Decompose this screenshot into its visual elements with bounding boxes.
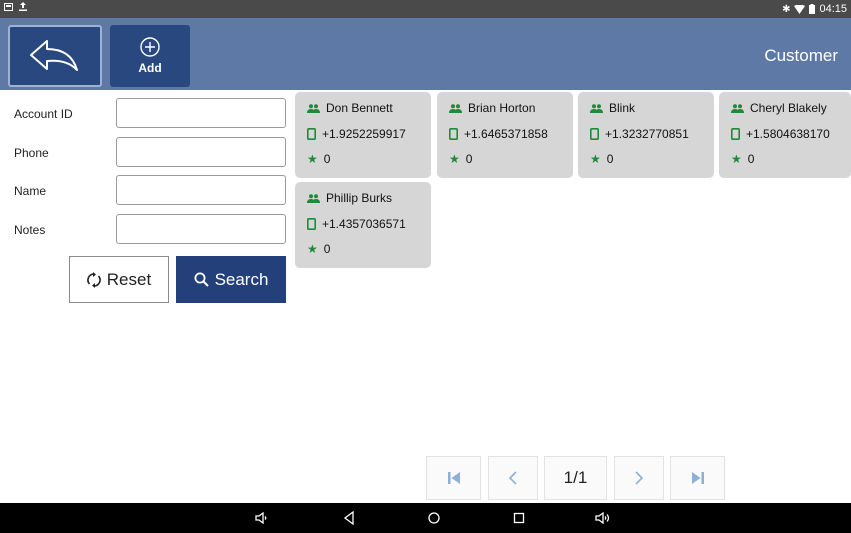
name-label: Name: [14, 184, 47, 198]
volume-down-icon[interactable]: [254, 510, 270, 526]
back-arrow-icon: [30, 40, 78, 71]
status-time: 04:15: [819, 3, 847, 15]
people-icon: [307, 193, 320, 203]
customer-points: 0: [323, 242, 331, 256]
customer-points: 0: [465, 152, 473, 166]
chevron-left-icon: [508, 471, 517, 485]
customer-name: Blink: [609, 101, 636, 115]
account-id-input[interactable]: [116, 98, 286, 128]
customer-phone: +1.4357036571: [322, 217, 406, 231]
wifi-icon: [794, 4, 806, 14]
customer-name: Phillip Burks: [326, 191, 393, 205]
star-icon: ★: [307, 152, 318, 166]
customer-card[interactable]: Cheryl Blakely +1.5804638170 ★ 0: [719, 92, 851, 178]
refresh-icon: [86, 271, 101, 288]
phone-input[interactable]: [116, 137, 286, 167]
customer-points: 0: [606, 152, 614, 166]
last-page-button[interactable]: [670, 456, 725, 500]
first-page-button[interactable]: [426, 456, 481, 500]
star-icon: ★: [449, 152, 460, 166]
customer-name: Don Bennett: [326, 101, 393, 115]
reset-button-label: Reset: [106, 269, 152, 289]
add-circle-icon: [140, 37, 160, 57]
previous-page-button[interactable]: [488, 456, 538, 500]
customer-phone: +1.3232770851: [605, 127, 689, 141]
notes-label: Notes: [14, 223, 46, 237]
phone-icon: [590, 128, 599, 140]
people-icon: [449, 103, 462, 113]
chevron-right-icon: [635, 471, 644, 485]
add-button-label: Add: [138, 61, 162, 75]
bluetooth-icon: ✱: [782, 3, 791, 15]
last-page-icon: [691, 472, 704, 484]
page-indicator: 1/1: [544, 456, 607, 500]
system-nav-bar: [0, 503, 851, 533]
people-icon: [307, 103, 320, 113]
phone-icon: [307, 218, 316, 230]
home-nav-icon[interactable]: [427, 510, 441, 526]
phone-label: Phone: [14, 146, 49, 160]
search-icon: [194, 272, 209, 287]
customer-phone: +1.9252259917: [322, 127, 406, 141]
phone-icon: [449, 128, 458, 140]
customer-card[interactable]: Blink +1.3232770851 ★ 0: [578, 92, 714, 178]
star-icon: ★: [590, 152, 601, 166]
customer-points: 0: [323, 152, 331, 166]
back-nav-icon[interactable]: [342, 510, 356, 526]
star-icon: ★: [731, 152, 742, 166]
customer-phone: +1.6465371858: [464, 127, 548, 141]
phone-icon: [307, 128, 316, 140]
name-input[interactable]: [116, 175, 286, 205]
star-icon: ★: [307, 242, 318, 256]
back-button[interactable]: [8, 25, 102, 87]
customer-card[interactable]: Don Bennett +1.9252259917 ★ 0: [295, 92, 431, 178]
account-id-label: Account ID: [14, 107, 73, 121]
customer-name: Cheryl Blakely: [750, 101, 827, 115]
notes-input[interactable]: [116, 214, 286, 244]
first-page-icon: [447, 472, 460, 484]
upload-icon: [19, 2, 27, 11]
customer-card[interactable]: Brian Horton +1.6465371858 ★ 0: [437, 92, 573, 178]
search-button-label: Search: [214, 269, 269, 289]
reset-button[interactable]: Reset: [69, 256, 169, 303]
customer-points: 0: [747, 152, 755, 166]
volume-up-icon[interactable]: [594, 510, 612, 526]
battery-icon: [809, 4, 816, 14]
top-bar: Add Customer: [0, 18, 851, 90]
status-bar: ✱ 04:15: [0, 0, 851, 18]
customer-phone: +1.5804638170: [746, 127, 830, 141]
recents-nav-icon[interactable]: [512, 510, 526, 526]
search-button[interactable]: Search: [176, 256, 286, 303]
screenshot-icon: [4, 2, 13, 11]
phone-icon: [731, 128, 740, 140]
customer-card[interactable]: Phillip Burks +1.4357036571 ★ 0: [295, 182, 431, 268]
people-icon: [731, 103, 744, 113]
people-icon: [590, 103, 603, 113]
customer-name: Brian Horton: [468, 101, 536, 115]
add-button[interactable]: Add: [110, 25, 190, 87]
next-page-button[interactable]: [614, 456, 664, 500]
page-title: Customer: [764, 46, 838, 65]
